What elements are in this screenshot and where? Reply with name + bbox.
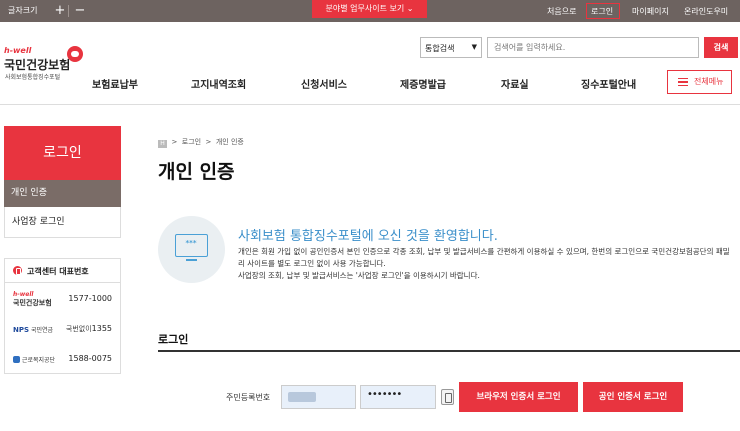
logo-name: 국민건강보험 [4,58,71,72]
welcome-desc-line: 개인은 회원 가입 없이 공인인증서 본인 인증으로 각종 조회, 납부 및 발… [238,247,730,268]
contact-number-wrap: 국번없이1355 [66,324,112,334]
welcome-title: 사회보험 통합징수포털에 오신 것을 환영합니다. [238,229,498,244]
welcome-illustration: *** [158,216,225,283]
rrn-back-input[interactable]: ••••••• [360,385,436,409]
comwel-logo-name: 근로복지공단 [21,357,56,364]
contact-number-prefix: 국번없이 [65,325,92,333]
font-size-decrease-button[interactable]: − [72,3,88,19]
login-link[interactable]: 로그인 [591,6,613,17]
customer-center-title: 고객센터 대표번호 [27,267,89,276]
lnb-item-personal-auth[interactable]: 개인 인증 [4,180,121,207]
blurred-value [288,392,316,402]
customer-center-box: 고객센터 대표번호 h-well 국민건강보험 1577-1000 NPS 국민… [4,258,121,374]
gnb-item-portal-guide[interactable]: 징수포털안내 [581,76,636,91]
nps-logo: NPS 국민연금 [13,325,53,334]
divider [158,350,740,352]
browser-cert-login-button[interactable]: 브라우저 인증서 로그인 [459,382,578,412]
all-menu-label: 전체메뉴 [694,77,724,86]
contact-number: 1588-0075 [68,354,112,363]
logo-hwell-text: h-well [4,46,32,55]
font-size-label: 글자크기 [8,6,38,15]
rrn-label: 주민등록번호 [226,393,271,402]
nps-logo-brand: NPS [13,326,30,334]
lnb-item-business-login[interactable]: 사업장 로그인 [4,207,121,238]
password-mask-text: *** [185,239,197,247]
search-input[interactable] [487,37,699,58]
hamburger-icon [678,78,688,86]
gnb-item-certificate[interactable]: 제증명발급 [400,76,446,91]
site-logo[interactable]: h-well 국민건강보험 사회보험통합징수포털 [4,46,84,82]
mypage-link[interactable]: 마이페이지 [632,6,669,17]
breadcrumb-item[interactable]: 로그인 [182,138,201,146]
divider [0,104,740,105]
page-title: 개인 인증 [158,161,235,183]
search-scope-value: 통합검색 [425,44,455,53]
contact-number: 1577-1000 [68,294,112,303]
contact-row-nhis: h-well 국민건강보험 1577-1000 [5,285,120,314]
monitor-icon: *** [175,234,208,261]
nps-logo-name: 국민연금 [30,327,54,334]
chevron-down-icon: ▼ [471,43,477,51]
gnb-item-payment[interactable]: 보험료납부 [92,76,138,91]
top-utility-bar: 글자크기 + − 분야별 업무사이트 보기 ⌄ 처음으로 로그인 마이페이지 온… [0,0,740,22]
phone-icon [13,266,22,275]
contact-row-comwel: 근로복지공단 1588-0075 [5,345,120,374]
font-size-increase-button[interactable]: + [52,3,68,19]
online-help-link[interactable]: 온라인도우미 [684,6,728,17]
virtual-keypad-icon[interactable] [441,389,454,405]
contact-row-nps: NPS 국민연금 국번없이1355 [5,315,120,344]
all-menu-button[interactable]: 전체메뉴 [667,70,732,94]
lnb-title: 로그인 [4,126,121,180]
comwel-mark-icon [13,356,20,363]
home-link[interactable]: 처음으로 [547,6,576,17]
divider [68,5,69,17]
business-sites-label: 분야별 업무사이트 보기 [325,4,405,13]
logo-subtitle: 사회보험통합징수포털 [5,74,61,81]
login-section-title: 로그인 [158,333,189,346]
search-button[interactable]: 검색 [704,37,738,58]
gnb-item-notice-history[interactable]: 고지내역조회 [191,76,246,91]
breadcrumb: H > 로그인 > 개인 인증 [158,137,244,148]
nhis-logo-name: 국민건강보험 [13,299,52,307]
gnb-item-library[interactable]: 자료실 [501,76,529,91]
search-scope-select[interactable]: 통합검색 ▼ [420,37,482,58]
contact-number: 1355 [91,324,112,333]
business-sites-button[interactable]: 분야별 업무사이트 보기 ⌄ [312,0,427,18]
home-icon[interactable]: H [158,140,167,148]
nhis-logo: h-well 국민건강보험 [13,291,52,308]
customer-center-header: 고객센터 대표번호 [5,259,120,283]
public-cert-login-button[interactable]: 공인 인증서 로그인 [583,382,683,412]
gnb-item-application[interactable]: 신청서비스 [301,76,347,91]
rrn-front-input[interactable] [281,385,356,409]
breadcrumb-item: 개인 인증 [215,138,244,146]
welcome-desc-line: 사업장의 조회, 납부 및 발급서비스는 '사업장 로그인'을 이용하시기 바랍… [238,271,480,280]
welcome-description: 개인은 회원 가입 없이 공인인증서 본인 인증으로 각종 조회, 납부 및 발… [238,246,736,282]
chevron-down-icon: ⌄ [406,4,414,13]
nhis-logo-brand: h-well [13,291,34,298]
comwel-logo: 근로복지공단 [13,355,55,364]
